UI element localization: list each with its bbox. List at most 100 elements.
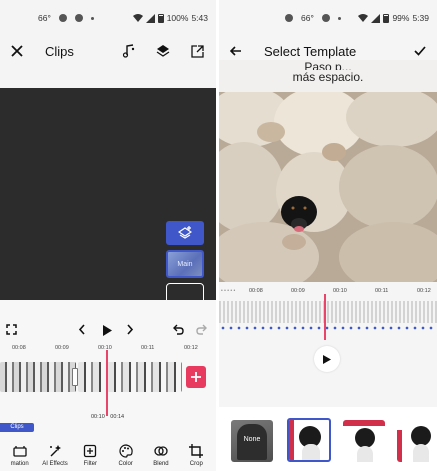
clip-thumbnail-strip[interactable] [78, 362, 182, 392]
add-layer-button[interactable] [166, 221, 204, 245]
temperature-text: 66° [38, 13, 51, 23]
wifi-icon [132, 14, 143, 22]
plus-icon [191, 372, 201, 382]
ruler-label: 00:12 [417, 288, 431, 294]
ai-effects-icon [49, 445, 61, 457]
play-button[interactable] [102, 323, 112, 341]
close-icon [11, 45, 23, 57]
tool-animation[interactable]: mation [2, 431, 37, 471]
redo-icon [196, 324, 207, 335]
ruler-label: 00:09 [55, 345, 69, 351]
clip-transition-handle[interactable] [72, 368, 78, 386]
redo-button[interactable] [196, 322, 208, 340]
main-layer-thumb[interactable]: Main [166, 250, 204, 278]
layers-button[interactable] [152, 40, 174, 62]
tool-label: Blend [153, 461, 169, 467]
clip-track[interactable] [0, 362, 216, 392]
total-time: 00:14 [110, 414, 125, 420]
battery-icon [157, 13, 164, 23]
tool-blend[interactable]: Blend [143, 431, 178, 471]
battery-percent: 100% [166, 13, 189, 23]
more-notifications-icon [90, 16, 94, 20]
whatsapp-icon [285, 14, 293, 22]
play-icon [323, 354, 331, 364]
page-title: Clips [45, 43, 74, 59]
export-icon [190, 44, 204, 58]
clips-editor-screen: 66° 100% 5:43 Clips Main 00:08 00:09 00:… [0, 0, 216, 471]
template-option[interactable] [397, 420, 437, 462]
template-option[interactable] [343, 420, 385, 462]
play-icon [103, 325, 112, 336]
current-time: 00:10 [91, 414, 105, 420]
template-none[interactable]: None [231, 420, 273, 462]
undo-icon [173, 324, 184, 335]
app-bar: Clips [0, 36, 216, 66]
status-bar: 66° 99% 5:39 [219, 0, 437, 36]
fullscreen-button[interactable] [6, 322, 17, 340]
confirm-button[interactable] [409, 40, 431, 62]
filter-icon [84, 444, 97, 458]
ruler-label: 00:08 [12, 345, 26, 351]
previous-frame-button[interactable] [78, 322, 86, 340]
battery-icon [383, 13, 390, 23]
chevron-left-icon [78, 324, 85, 335]
clip-thumbnail-strip[interactable] [0, 362, 76, 392]
tool-label: mation [10, 461, 29, 467]
temperature-text: 66° [301, 13, 314, 23]
battery-percent: 99% [392, 13, 410, 23]
tool-label: Color [118, 461, 133, 467]
close-button[interactable] [6, 40, 28, 62]
playhead[interactable] [106, 350, 108, 416]
play-button[interactable] [314, 346, 340, 372]
ruler-label: 00:11 [141, 345, 155, 351]
more-notifications-icon [337, 16, 341, 20]
template-label: None [243, 436, 261, 443]
signal-icon [371, 13, 381, 23]
tool-crop[interactable]: Crop [179, 431, 214, 471]
ruler-label: 00:10 [333, 288, 347, 294]
caption-line: más espacio. [292, 70, 364, 84]
music-note-icon [122, 44, 135, 58]
layers-icon [156, 45, 170, 57]
tool-label: Filter [83, 461, 97, 467]
notification-icon [321, 14, 330, 22]
page-title: Select Template [264, 43, 357, 59]
template-option-selected[interactable] [287, 418, 331, 462]
undo-button[interactable] [172, 322, 184, 340]
notification-icon [74, 14, 83, 22]
audio-waveform[interactable] [219, 301, 437, 323]
tool-bar: mation AI Effects Filter Color Blend Cro… [0, 431, 216, 471]
ruler-label: 00:08 [249, 288, 263, 294]
clock-text: 5:43 [191, 13, 208, 23]
add-clip-button[interactable] [186, 366, 206, 388]
next-frame-button[interactable] [126, 322, 134, 340]
status-bar: 66° 100% 5:43 [0, 0, 216, 36]
crop-icon [189, 444, 204, 458]
select-template-screen: 66° 99% 5:39 Select Template Paso p... m… [219, 0, 437, 471]
add-layer-icon [178, 226, 192, 239]
palette-icon [119, 444, 133, 458]
beat-markers [219, 326, 437, 330]
export-button[interactable] [186, 40, 208, 62]
arrow-back-icon [230, 46, 241, 56]
playhead[interactable] [324, 294, 326, 340]
animation-icon [13, 446, 27, 457]
waveform-ruler: • • • • • 00:08 00:09 00:10 00:11 00:12 [221, 288, 431, 294]
tool-ai-effects[interactable]: AI Effects [37, 431, 72, 471]
main-layer-label: Main [177, 260, 193, 268]
music-button[interactable] [118, 40, 140, 62]
timeline-ruler: • 00:08 00:09 00:10 00:11 00:12 [0, 345, 216, 355]
ruler-label: 00:12 [184, 345, 198, 351]
sheep-photo [219, 92, 437, 282]
tool-filter[interactable]: Filter [73, 431, 108, 471]
template-preview[interactable]: Paso p... más espacio. [219, 60, 437, 282]
blend-icon [154, 446, 168, 456]
caption-line: Paso p... [304, 60, 352, 70]
time-readout: 00:10 00:14 [91, 414, 124, 420]
notification-icon [58, 14, 67, 22]
wifi-icon [358, 14, 369, 22]
video-preview[interactable]: Main [0, 88, 216, 313]
signal-icon [145, 13, 155, 23]
back-button[interactable] [225, 40, 247, 62]
tool-color[interactable]: Color [108, 431, 143, 471]
